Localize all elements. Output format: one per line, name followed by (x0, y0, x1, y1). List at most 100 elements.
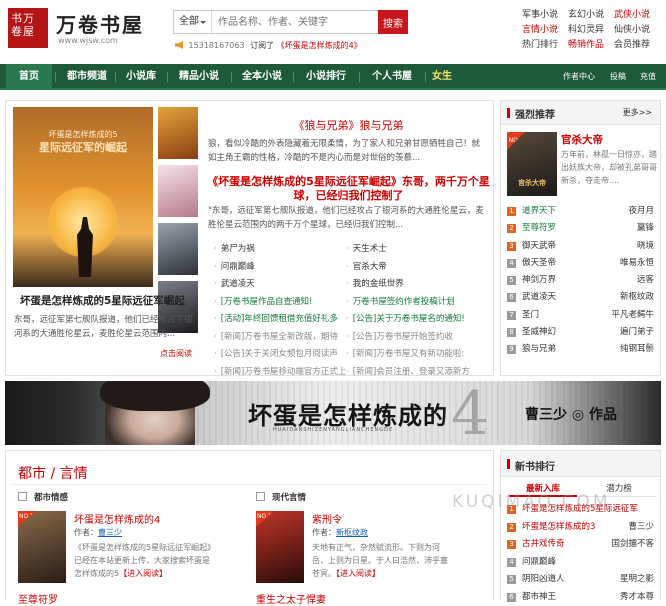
category-title[interactable]: 现代言情 (272, 491, 306, 503)
ranking-row[interactable]: 6武道凌天新枢纹政 (505, 289, 657, 306)
nav-item[interactable]: 个人书屋 (362, 64, 422, 90)
nav-item[interactable]: 小说库 (118, 64, 164, 90)
thumbnail-cover[interactable] (158, 223, 198, 275)
section-heading[interactable]: 都市 / 言情 (18, 463, 88, 483)
search-button[interactable]: 搜索 (378, 10, 408, 34)
ranking-row[interactable]: 7圣门平凡老鳄牛 (505, 307, 657, 324)
category-checkbox[interactable] (256, 492, 265, 501)
book-name[interactable]: 问鼎巅峰 (522, 554, 556, 572)
ranking-row[interactable]: 3古井戏传奇国剑擂不客 (505, 536, 657, 554)
news-item[interactable]: 天生术士 (346, 241, 486, 259)
book-title[interactable]: 紫刑令 (312, 511, 342, 526)
featured-book-cover[interactable]: 坏蛋是怎样炼成的5 星际远征军的崛起 (13, 107, 153, 287)
ranking-row[interactable]: 2坏蛋是怎样炼成的3曹三少 (505, 519, 657, 537)
book-name[interactable]: 至尊符罗 (522, 220, 556, 237)
read-more-link[interactable]: 点击阅读 (160, 348, 192, 359)
book-name[interactable]: 都市神王 (522, 589, 556, 606)
author-link[interactable]: 新枢纹政 (336, 528, 368, 537)
genre-link[interactable]: 军事小说 (520, 7, 560, 20)
ranking-row[interactable]: 8圣威神幻遍门弟子 (505, 324, 657, 341)
book-name[interactable]: 神剑万界 (522, 272, 556, 289)
genre-link[interactable]: 武侠小说 (612, 7, 652, 20)
nav-item[interactable]: 都市频道 (58, 64, 116, 90)
news-item[interactable]: 武道凌天 (214, 276, 354, 294)
book-author[interactable]: 秀才本尊 (620, 589, 654, 606)
genre-link[interactable]: 会员推荐 (612, 37, 652, 50)
category-title[interactable]: 都市情感 (34, 491, 68, 503)
genre-link[interactable]: 玄幻小说 (566, 7, 606, 20)
site-logo[interactable]: 书万 卷屋 万卷书屋 www.wjsw.com (8, 8, 158, 48)
author-link[interactable]: 曹三少 (98, 528, 122, 537)
recommend-top-title[interactable]: 官杀大帝 (561, 132, 603, 147)
thumbnail-cover[interactable] (158, 165, 198, 217)
nav-item[interactable]: 全本小说 (234, 64, 290, 90)
nav-item[interactable]: 女生 (428, 64, 456, 90)
book-author[interactable]: 赢锋 (637, 220, 654, 237)
book-author[interactable]: 新枢纹政 (620, 289, 654, 306)
headline-1[interactable]: 《狼与兄弟》狼与兄弟 (206, 119, 491, 133)
ranking-row[interactable]: 2至尊符罗赢锋 (505, 220, 657, 237)
news-item[interactable]: [新闻]万卷书屋全新改版，期待 (214, 329, 354, 347)
book-author[interactable]: 国剑擂不客 (611, 536, 654, 554)
book-cover[interactable] (18, 511, 66, 583)
nav-utility-link[interactable]: 充值 (640, 64, 656, 90)
nav-utility-link[interactable]: 作者中心 (563, 64, 595, 90)
ranking-row[interactable]: 6都市神王秀才本尊 (505, 589, 657, 606)
book-author[interactable]: 星明之影 (620, 571, 654, 589)
ranking-row[interactable]: 9狼与兄弟纯钢耳鬃 (505, 341, 657, 358)
genre-link[interactable]: 仙侠小说 (612, 22, 652, 35)
book-name[interactable]: 傲天圣帝 (522, 255, 556, 272)
search-input[interactable] (214, 11, 374, 33)
genre-link[interactable]: 言情小说 (520, 22, 560, 35)
promo-banner[interactable]: 4 坏蛋是怎样炼成的 HUAIDANSHIZENYANGLIANCHENGDE … (5, 381, 661, 445)
book-name[interactable]: 阴阳凶道人 (522, 571, 565, 589)
news-item[interactable]: 万卷书屋签约作者投稿计划 (346, 294, 486, 312)
book-name[interactable]: 道界天下 (522, 203, 556, 220)
search-category-select[interactable]: 全部 (174, 11, 212, 33)
news-item[interactable]: [活动]年终回馈租借充值好礼多 (214, 311, 354, 329)
book-cover[interactable] (256, 511, 304, 583)
news-item[interactable]: [公告]万卷书屋开始签约收 (346, 329, 486, 347)
book-name[interactable]: 武道凌天 (522, 289, 556, 306)
ranking-row[interactable]: 4傲天圣帝唯易永恒 (505, 255, 657, 272)
news-item[interactable]: [新闻]会员注册、登录又添新方 (346, 364, 486, 382)
featured-title[interactable]: 坏蛋是怎样炼成的5星际远征军崛起 (20, 293, 185, 308)
notice-book[interactable]: 《坏蛋是怎样炼成的4》 (277, 41, 362, 50)
nav-item[interactable]: 首页 (6, 64, 52, 90)
news-item[interactable]: [万卷书屋作品自查通知! (214, 294, 354, 312)
nav-utility-link[interactable]: 投稿 (610, 64, 626, 90)
enter-reading-link[interactable]: 【进入阅读】 (336, 569, 380, 578)
book-author[interactable]: 平凡老鳄牛 (611, 307, 654, 324)
book-author[interactable]: 唯易永恒 (620, 255, 654, 272)
book-name[interactable]: 坏蛋是怎样炼成的3 (522, 519, 595, 537)
news-item[interactable]: 官杀大帝 (346, 259, 486, 277)
genre-link[interactable]: 畅销作品 (566, 37, 606, 50)
headline-2[interactable]: 《坏蛋是怎样炼成的5星际远征军崛起》东哥，两千万个星球，已经归我们控制了 (206, 175, 491, 203)
recommend-more-link[interactable]: 更多>> (623, 107, 652, 118)
book-name[interactable]: 圣威神幻 (522, 324, 556, 341)
book-author[interactable]: 遍门弟子 (620, 324, 654, 341)
book-name[interactable]: 圣门 (522, 307, 539, 324)
news-item[interactable]: [新闻]万卷书屋又有新功能啦: (346, 346, 486, 364)
genre-link[interactable]: 科幻灵异 (566, 22, 606, 35)
book-name[interactable]: 古井戏传奇 (522, 536, 565, 554)
news-item[interactable]: 我的金纸世界 (346, 276, 486, 294)
news-item[interactable]: 弟尸为祸 (214, 241, 354, 259)
book-author[interactable]: 远客 (637, 272, 654, 289)
book-author[interactable]: 曹三少 (628, 519, 654, 537)
news-item[interactable]: 问鼎巅峰 (214, 259, 354, 277)
news-item[interactable]: [公告]关于万卷书屋名的通知! (346, 311, 486, 329)
ranking-row[interactable]: 5阴阳凶道人星明之影 (505, 571, 657, 589)
nav-item[interactable]: 精品小说 (170, 64, 228, 90)
ranking-row[interactable]: 3御天武帝晓境 (505, 238, 657, 255)
ranking-row[interactable]: 4问鼎巅峰 (505, 554, 657, 572)
book-author[interactable]: 晓境 (637, 238, 654, 255)
category-checkbox[interactable] (18, 492, 27, 501)
book-title[interactable]: 坏蛋是怎样炼成的4 (74, 511, 160, 526)
book-name[interactable]: 狼与兄弟 (522, 341, 556, 358)
book-author[interactable]: 夜月月 (628, 203, 654, 220)
nav-item[interactable]: 小说排行 (296, 64, 356, 90)
news-item[interactable]: [新闻]万卷书屋移动端官方正式上 (214, 364, 354, 382)
enter-reading-link[interactable]: 【进入阅读】 (119, 569, 167, 578)
genre-link[interactable]: 热门排行 (520, 37, 560, 50)
